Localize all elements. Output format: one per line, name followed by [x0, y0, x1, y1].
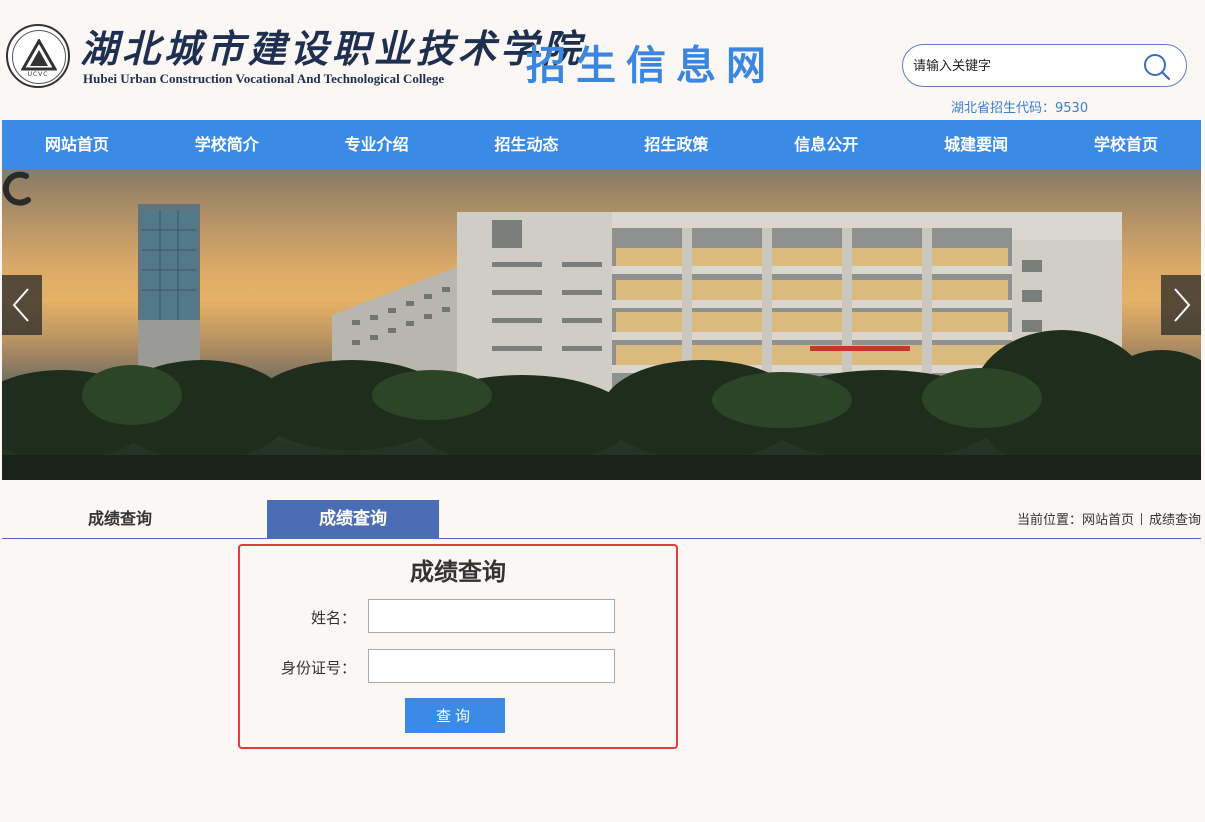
banner-carousel: [2, 170, 1201, 480]
id-number-label: 身份证号：: [280, 659, 356, 677]
breadcrumb: 当前位置：网站首页 成绩查询: [1017, 509, 1201, 528]
nav-item-majors[interactable]: 专业介绍: [302, 120, 452, 170]
main-nav: 网站首页 学校简介 专业介绍 招生动态 招生政策 信息公开 城建要闻 学校首页: [2, 120, 1201, 170]
form-title: 成绩查询: [410, 558, 506, 586]
campus-building-image: [2, 204, 1201, 480]
search-button[interactable]: [1142, 52, 1172, 82]
nav-item-policy[interactable]: 招生政策: [602, 120, 752, 170]
nav-item-disclosure[interactable]: 信息公开: [751, 120, 901, 170]
chevron-right-icon: [1174, 288, 1191, 322]
site-title: 招生信息网: [526, 42, 776, 89]
loading-spinner-icon: [2, 171, 31, 206]
site-header: UCVC 湖北城市建设职业技术学院 Hubei Urban Constructi…: [0, 0, 1205, 120]
name-input[interactable]: [368, 599, 615, 633]
nav-item-campus-news[interactable]: 城建要闻: [901, 120, 1051, 170]
search-box: [902, 44, 1187, 87]
query-submit-button[interactable]: 查询: [405, 698, 505, 733]
score-query-form: 成绩查询 姓名： 身份证号： 查询: [238, 544, 678, 749]
carousel-next-button[interactable]: [1161, 275, 1201, 335]
breadcrumb-prefix: 当前位置：: [1016, 513, 1082, 528]
nav-item-news[interactable]: 招生动态: [452, 120, 602, 170]
id-number-input[interactable]: [368, 649, 615, 683]
sidebar-title: 成绩查询: [87, 509, 152, 528]
carousel-prev-button[interactable]: [2, 275, 42, 335]
school-name-cn: 湖北城市建设职业技术学院: [80, 26, 585, 71]
nav-item-school-home[interactable]: 学校首页: [1051, 120, 1201, 170]
school-name-en: Hubei Urban Construction Vocational And …: [83, 71, 445, 86]
section-divider: [2, 538, 1201, 539]
section-tab-title: 成绩查询: [267, 500, 439, 538]
college-seal-logo: UCVC: [6, 24, 70, 88]
nav-item-about[interactable]: 学校简介: [152, 120, 302, 170]
search-icon: [1144, 54, 1171, 81]
seal-triangle-icon: [21, 39, 57, 71]
chevron-left-icon: [12, 288, 29, 322]
nav-item-home[interactable]: 网站首页: [2, 120, 152, 170]
enroll-code: 湖北省招生代码：9530: [951, 101, 1089, 116]
name-label: 姓名：: [310, 609, 356, 627]
search-input[interactable]: [913, 55, 1133, 77]
breadcrumb-separator: [1140, 513, 1142, 525]
breadcrumb-home-link[interactable]: 网站首页: [1082, 513, 1134, 528]
seal-text: UCVC: [27, 71, 49, 78]
breadcrumb-current[interactable]: 成绩查询: [1149, 513, 1201, 528]
